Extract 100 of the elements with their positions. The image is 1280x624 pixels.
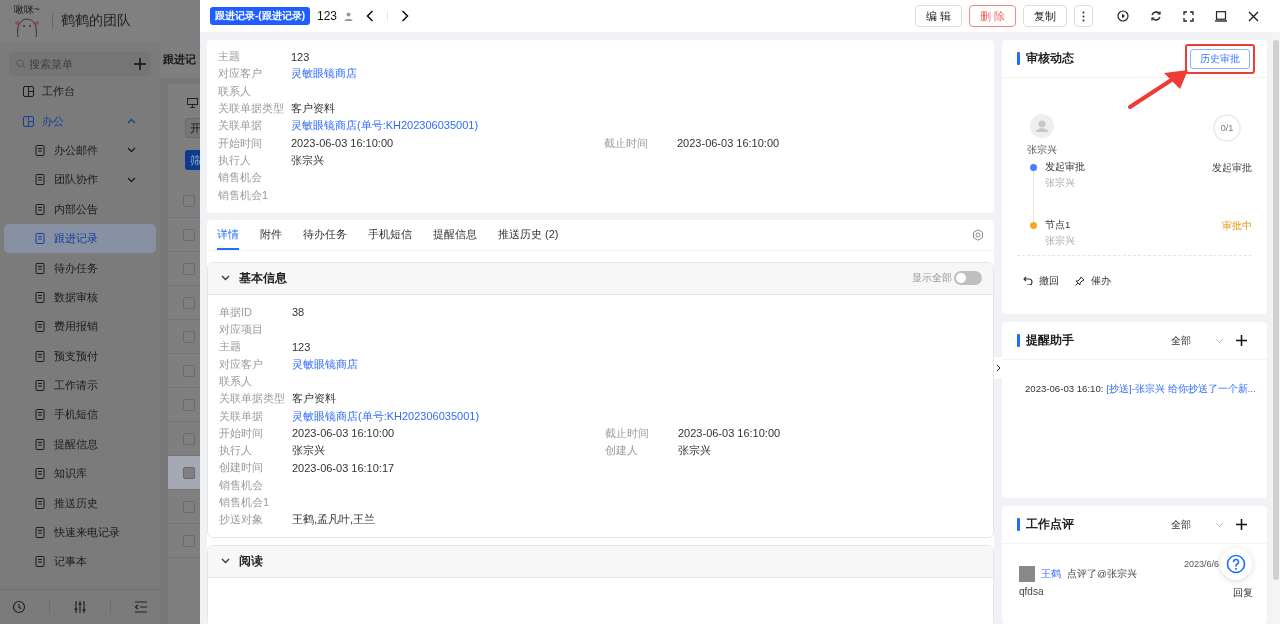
menu-icon	[23, 115, 34, 127]
filter-dropdown[interactable]: 全部	[1171, 517, 1224, 532]
refresh-icon[interactable]	[1150, 10, 1162, 22]
team-name: 鹤鹤的团队	[61, 12, 131, 30]
tab[interactable]: 附件	[260, 219, 282, 250]
play-icon[interactable]	[1117, 10, 1129, 22]
row-checkbox[interactable]	[183, 466, 195, 479]
next-icon[interactable]	[401, 10, 410, 22]
menu-item[interactable]: 记事本	[4, 547, 156, 577]
caret-icon	[1215, 521, 1224, 528]
tab[interactable]: 详情	[217, 219, 239, 250]
step-person: 张宗兴	[1045, 235, 1076, 248]
field-label: 销售机会1	[218, 187, 270, 203]
field-value: 2023-06-03 16:10:00	[678, 427, 782, 440]
menu-item[interactable]: 推送历史	[4, 488, 156, 518]
action-button[interactable]: 复制	[1023, 5, 1067, 27]
add-icon[interactable]	[1236, 519, 1247, 530]
document-icon	[35, 409, 46, 421]
menu-item[interactable]: 办公邮件	[4, 135, 156, 166]
field-value: 2023-06-03 16:10:00	[677, 137, 781, 150]
menu-item[interactable]: 快速来电记录	[4, 517, 156, 548]
field-label: 对应客户	[218, 66, 263, 82]
toolbar-button[interactable]: 开	[185, 118, 200, 138]
menu-item[interactable]: 知识库	[4, 459, 156, 489]
menu-item[interactable]: 内部公告	[4, 194, 156, 224]
document-icon	[35, 556, 46, 568]
tab[interactable]: 待办任务	[303, 219, 347, 250]
field-label: 联系人	[219, 374, 253, 389]
help-button[interactable]	[1220, 548, 1252, 580]
document-icon	[35, 380, 46, 392]
record-number: 123	[317, 9, 338, 23]
toolbar-button[interactable]: 筛	[185, 150, 200, 170]
field-link[interactable]: 灵敏眼镜商店(单号:KH202306035001)	[291, 118, 604, 134]
add-button[interactable]	[128, 52, 151, 76]
tab[interactable]: 推送历史 (2)	[498, 219, 559, 250]
menu-item[interactable]: 费用报销	[4, 312, 156, 342]
more-button[interactable]	[1074, 5, 1093, 27]
card-title: 提醒助手	[1026, 332, 1075, 349]
comment-action: 点评了@张宗兴	[1067, 567, 1138, 581]
comment-date: 2023/6/6	[1183, 559, 1219, 569]
filter-dropdown[interactable]: 全部	[1171, 333, 1224, 348]
more-icon	[1082, 10, 1085, 22]
card-title: 工作点评	[1026, 516, 1075, 533]
chevron-icon[interactable]	[221, 558, 230, 565]
comment-text: qfdsa	[1019, 586, 1044, 599]
field-link[interactable]: 灵敏眼镜商店	[291, 66, 604, 82]
display-icon[interactable]	[187, 98, 198, 108]
menu-item[interactable]: 工作请示	[4, 370, 156, 401]
field-link[interactable]: 灵敏眼镜商店(单号:KH202306035001)	[292, 408, 605, 424]
menu-item[interactable]: 数据审核	[4, 282, 156, 313]
urge-button[interactable]: 催办	[1075, 273, 1111, 288]
sliders-icon[interactable]	[72, 600, 87, 614]
action-button[interactable]: 编 辑	[914, 5, 962, 27]
field-link[interactable]: 灵敏眼镜商店	[292, 356, 605, 372]
close-icon[interactable]	[1248, 10, 1259, 22]
pin-icon	[1075, 275, 1085, 286]
undo-icon	[1023, 276, 1033, 285]
menu-item[interactable]: 待办任务	[4, 253, 156, 283]
menu-item[interactable]: 手机短信	[4, 400, 156, 430]
field-label: 抄送对象	[219, 512, 264, 528]
withdraw-button[interactable]: 撤回	[1023, 273, 1059, 288]
step-title: 发起审批	[1045, 161, 1086, 174]
field-value: 123	[292, 340, 312, 353]
field-label: 截止时间	[605, 425, 650, 441]
reminder-link[interactable]: [抄送]-张宗兴 给你抄送了一个新...	[1106, 383, 1256, 394]
tab[interactable]: 手机短信	[368, 219, 412, 250]
reminder-time: 2023-06-03 16:10:	[1025, 383, 1104, 394]
tab[interactable]: 提醒信息	[433, 219, 477, 250]
delete-button[interactable]: 删 除	[968, 5, 1016, 27]
menu-item[interactable]: 预支预付	[4, 341, 156, 371]
author-link[interactable]: 王鹤	[1041, 567, 1061, 581]
show-all-switch[interactable]	[954, 271, 982, 286]
field-value: 王鹤,孟凡叶,王兰	[292, 512, 377, 528]
menu-item[interactable]: 团队协作	[4, 165, 156, 195]
history-approval-button[interactable]: 历史审批	[1190, 48, 1250, 69]
add-icon[interactable]	[1236, 335, 1247, 346]
menu-item[interactable]: 提醒信息	[4, 429, 156, 460]
field-label: 单据ID	[219, 304, 253, 320]
field-value: 123	[291, 50, 311, 63]
monitor-icon[interactable]	[1215, 10, 1227, 22]
reply-button[interactable]: 回复	[1233, 586, 1253, 600]
field-label: 截止时间	[604, 135, 649, 151]
collapse-handle[interactable]	[994, 357, 1002, 379]
fullscreen-icon[interactable]	[1183, 10, 1194, 22]
document-icon	[35, 321, 46, 333]
document-icon	[35, 291, 46, 303]
photo-placeholder	[1019, 566, 1035, 582]
field-label: 联系人	[218, 83, 252, 99]
document-icon	[35, 233, 46, 245]
chevron-icon[interactable]	[221, 275, 230, 282]
menu-item[interactable]: 工作台	[4, 77, 156, 107]
plus-icon	[133, 58, 146, 70]
settings-icon[interactable]	[972, 228, 984, 241]
step-status: 发起审批	[1212, 161, 1252, 175]
table-row[interactable]	[168, 456, 200, 490]
history-icon[interactable]	[11, 600, 26, 614]
caret-icon	[127, 147, 136, 154]
previous-icon[interactable]	[366, 10, 375, 22]
collapse-menu-icon[interactable]	[134, 600, 149, 614]
menu-item[interactable]: 跟进记录	[4, 223, 156, 254]
